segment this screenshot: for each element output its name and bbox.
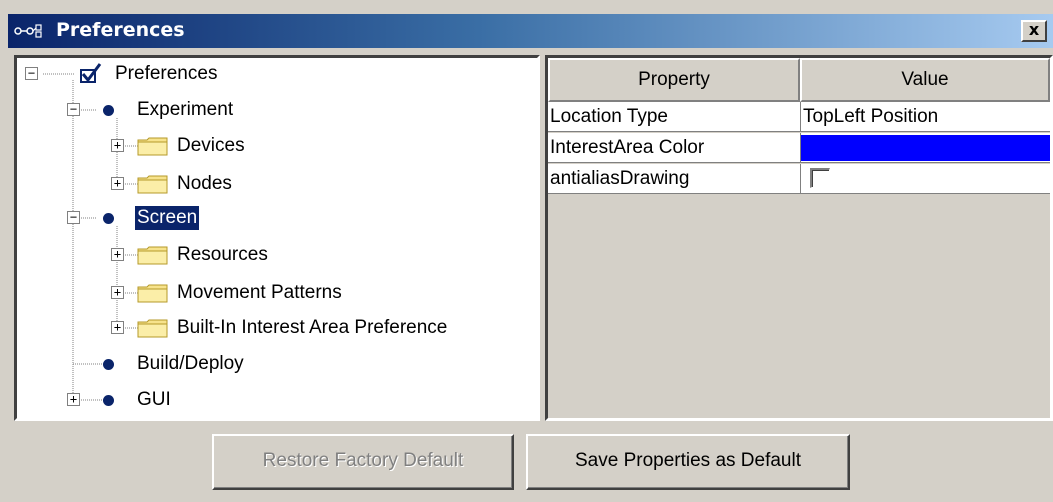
close-button[interactable]: x <box>1021 20 1047 42</box>
folder-icon <box>137 137 168 156</box>
property-value-cell[interactable]: TopLeft Position <box>801 102 1050 132</box>
folder-icon <box>137 284 168 303</box>
screen-dot-icon <box>103 213 114 224</box>
nodes-expander[interactable]: + <box>111 177 124 190</box>
experiment-expander[interactable]: − <box>67 103 80 116</box>
build-deploy-dot-icon <box>103 359 114 370</box>
experiment-dot-icon <box>103 105 114 116</box>
save-properties-as-default-button[interactable]: Save Properties as Default <box>526 434 850 490</box>
tree-node-preferences[interactable]: Preferences <box>113 62 219 86</box>
folder-icon <box>137 175 168 194</box>
table-row[interactable]: Location Type TopLeft Position <box>548 102 1050 132</box>
tree-node-screen[interactable]: Screen <box>133 205 201 231</box>
tree-node-movement-patterns[interactable]: Movement Patterns <box>175 281 344 305</box>
property-table[interactable]: Property Value Location Type TopLeft Pos… <box>545 55 1053 421</box>
table-row[interactable]: InterestArea Color <box>548 133 1050 163</box>
tree-node-gui[interactable]: GUI <box>135 388 173 412</box>
checkbox-checked-icon <box>80 63 102 83</box>
folder-icon <box>137 246 168 265</box>
tree-node-resources[interactable]: Resources <box>175 243 270 267</box>
interest-area-color-swatch[interactable] <box>801 135 1050 161</box>
table-row[interactable]: antialiasDrawing <box>548 164 1050 194</box>
tree-node-experiment[interactable]: Experiment <box>135 98 235 122</box>
gui-expander[interactable]: + <box>67 393 80 406</box>
property-name-cell: Location Type <box>550 106 668 127</box>
close-icon: x <box>1028 20 1040 39</box>
folder-icon <box>137 319 168 338</box>
tree-node-build-deploy[interactable]: Build/Deploy <box>135 352 246 376</box>
window-title: Preferences <box>56 19 185 41</box>
app-icon <box>14 24 42 38</box>
property-name-cell: InterestArea Color <box>550 137 705 158</box>
cell-divider <box>800 164 801 194</box>
tree-node-nodes[interactable]: Nodes <box>175 172 234 196</box>
preferences-window: Preferences x − Preferences − Experiment… <box>0 0 1053 502</box>
title-bar[interactable]: Preferences x <box>8 14 1053 48</box>
screen-expander[interactable]: − <box>67 211 80 224</box>
tree-node-devices[interactable]: Devices <box>175 134 247 158</box>
value-column-header[interactable]: Value <box>800 58 1050 102</box>
resources-expander[interactable]: + <box>111 248 124 261</box>
tree-connector-lines <box>43 73 139 404</box>
preferences-tree[interactable]: − Preferences − Experiment + Devices + N… <box>14 55 540 421</box>
root-expander[interactable]: − <box>25 67 38 80</box>
restore-factory-default-button[interactable]: Restore Factory Default <box>212 434 514 490</box>
tree-node-built-in-interest-area-preference[interactable]: Built-In Interest Area Preference <box>175 316 449 340</box>
built-in-interest-area-expander[interactable]: + <box>111 321 124 334</box>
property-column-header[interactable]: Property <box>548 58 800 102</box>
movement-patterns-expander[interactable]: + <box>111 286 124 299</box>
devices-expander[interactable]: + <box>111 139 124 152</box>
gui-dot-icon <box>103 395 114 406</box>
antialias-checkbox[interactable] <box>810 168 830 188</box>
property-name-cell: antialiasDrawing <box>550 168 690 189</box>
